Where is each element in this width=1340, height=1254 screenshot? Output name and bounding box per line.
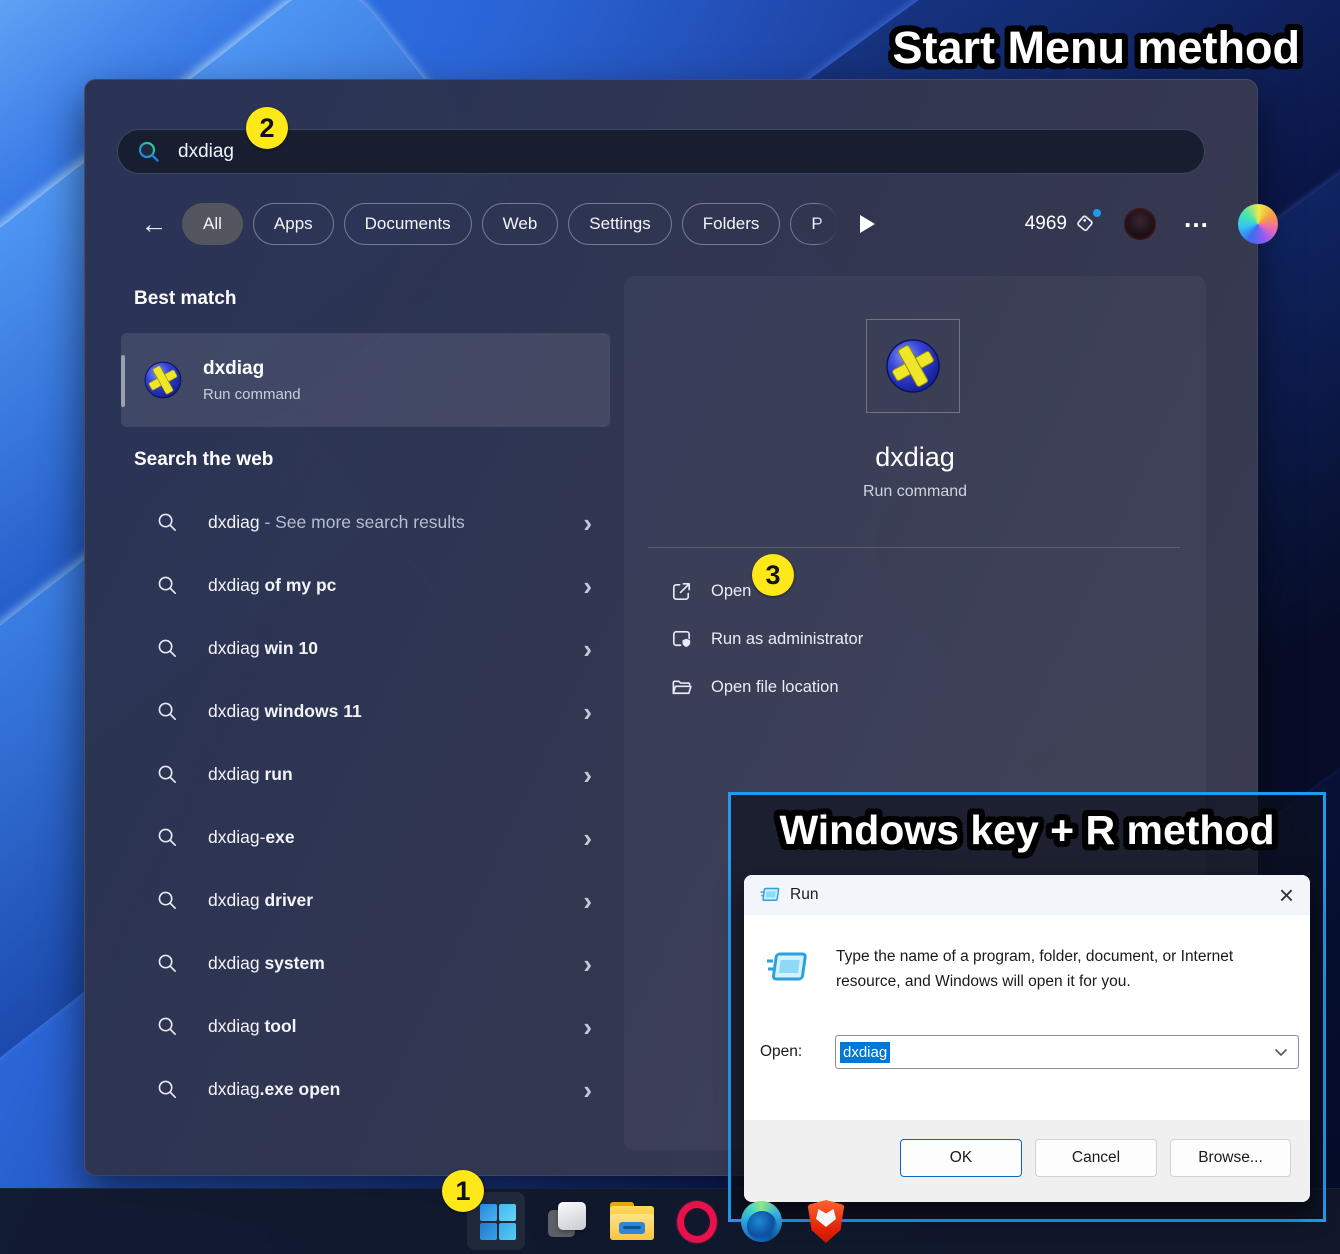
search-icon [156, 763, 179, 786]
cancel-button[interactable]: Cancel [1035, 1139, 1157, 1177]
search-filter-tabs: ← All Apps Documents Web Settings Folder… [136, 202, 875, 246]
preview-title: dxdiag [624, 442, 1206, 473]
search-icon [156, 1078, 179, 1101]
chevron-right-icon: › [583, 573, 592, 599]
suggestion-dxdiag-driver[interactable]: dxdiag driver › [121, 869, 610, 932]
search-web-header: Search the web [134, 449, 273, 471]
open-external-icon [670, 580, 693, 603]
close-icon[interactable]: × [1279, 882, 1294, 908]
tab-all[interactable]: All [182, 203, 243, 245]
search-icon [156, 637, 179, 660]
annotation-badge-3: 3 [752, 554, 794, 596]
suggestion-dxdiag-tool[interactable]: dxdiag tool › [121, 995, 610, 1058]
tab-apps[interactable]: Apps [253, 203, 334, 245]
annotation-badge-1: 1 [442, 1170, 484, 1212]
search-icon [156, 889, 179, 912]
chevron-right-icon: › [583, 825, 592, 851]
preview-subtitle: Run command [624, 483, 1206, 501]
chevron-right-icon: › [583, 510, 592, 536]
annotation-title-winr: Windows key + R method [779, 807, 1274, 854]
suggestion-dxdiag-win-10[interactable]: dxdiag win 10 › [121, 617, 610, 680]
web-suggestion-list: dxdiag - See more search results › dxdia… [121, 491, 610, 1121]
suggestion-dxdiag-see-more[interactable]: dxdiag - See more search results › [121, 491, 610, 554]
edge-button[interactable] [741, 1201, 782, 1242]
tab-settings[interactable]: Settings [568, 203, 671, 245]
result-subtitle: Run command [203, 386, 301, 403]
open-combobox[interactable]: dxdiag [835, 1035, 1299, 1069]
chevron-right-icon: › [583, 951, 592, 977]
search-icon [156, 574, 179, 597]
action-run-as-administrator[interactable]: Run as administrator [648, 619, 1182, 659]
search-icon [156, 826, 179, 849]
tab-folders[interactable]: Folders [682, 203, 781, 245]
action-open-file-location[interactable]: Open file location [648, 667, 1182, 707]
admin-shield-icon [670, 628, 693, 651]
scrollbar-thumb[interactable] [121, 355, 125, 407]
rewards-counter[interactable]: 4969 [1025, 212, 1097, 236]
chevron-right-icon: › [583, 888, 592, 914]
tab-documents[interactable]: Documents [344, 203, 472, 245]
chevron-right-icon: › [583, 636, 592, 662]
open-label: Open: [760, 1043, 802, 1061]
action-open[interactable]: Open [648, 571, 1182, 611]
annotation-title-start-menu: Start Menu method [892, 22, 1300, 74]
suggestion-dxdiag-exe-open[interactable]: dxdiag.exe open › [121, 1058, 610, 1121]
run-dialog-titlebar[interactable]: Run × [744, 875, 1310, 915]
suggestion-dxdiag-of-my-pc[interactable]: dxdiag of my pc › [121, 554, 610, 617]
folder-icon [670, 676, 693, 699]
suggestion-dxdiag-windows-11[interactable]: dxdiag windows 11 › [121, 680, 610, 743]
run-dialog-title: Run [790, 886, 818, 904]
chevron-right-icon: › [583, 699, 592, 725]
suggestion-dxdiag-system[interactable]: dxdiag system › [121, 932, 610, 995]
chevron-down-icon[interactable] [1274, 1048, 1288, 1057]
tab-photos-clipped[interactable]: P [790, 203, 838, 245]
run-dialog-icon [760, 887, 780, 903]
opera-gx-button[interactable] [677, 1201, 717, 1243]
screen: Start Menu method 2 ← All Apps Documents… [0, 0, 1340, 1254]
tab-web[interactable]: Web [482, 203, 559, 245]
browse-button[interactable]: Browse... [1170, 1139, 1291, 1177]
task-view-button[interactable] [546, 1200, 588, 1242]
chevron-right-icon: › [583, 1077, 592, 1103]
search-icon [156, 511, 179, 534]
search-icon [156, 700, 179, 723]
dxdiag-icon [881, 334, 945, 398]
suggestion-dxdiag-exe[interactable]: dxdiag-exe › [121, 806, 610, 869]
play-icon[interactable] [860, 215, 875, 233]
best-match-header: Best match [134, 288, 236, 310]
chevron-right-icon: › [583, 762, 592, 788]
copilot-icon[interactable] [1238, 204, 1278, 244]
best-match-result-dxdiag[interactable]: dxdiag Run command [121, 333, 610, 427]
user-avatar[interactable] [1124, 208, 1156, 240]
ok-button[interactable]: OK [900, 1139, 1022, 1177]
search-icon [156, 952, 179, 975]
run-dialog-footer: OK Cancel Browse... [744, 1120, 1310, 1202]
chevron-right-icon: › [583, 1014, 592, 1040]
divider [648, 547, 1180, 548]
run-message-icon [766, 951, 808, 985]
search-icon [136, 139, 162, 165]
result-title: dxdiag [203, 358, 301, 380]
dxdiag-icon [141, 358, 185, 402]
suggestion-dxdiag-run[interactable]: dxdiag run › [121, 743, 610, 806]
search-input[interactable] [178, 141, 1078, 163]
combobox-selected-text: dxdiag [840, 1042, 890, 1063]
more-options-icon[interactable]: … [1183, 208, 1211, 228]
search-header-right: 4969 … [1025, 203, 1278, 245]
run-dialog: Run × Type the name of a program, folder… [744, 875, 1310, 1202]
back-arrow-icon[interactable]: ← [136, 209, 172, 240]
run-dialog-message: Type the name of a program, folder, docu… [836, 945, 1282, 995]
file-explorer-button[interactable] [610, 1202, 654, 1240]
notification-dot [1093, 209, 1101, 217]
preview-icon-box [866, 319, 960, 413]
rewards-count: 4969 [1025, 213, 1067, 235]
start-button[interactable] [480, 1204, 516, 1240]
annotation-badge-2: 2 [246, 107, 288, 149]
search-icon [156, 1015, 179, 1038]
